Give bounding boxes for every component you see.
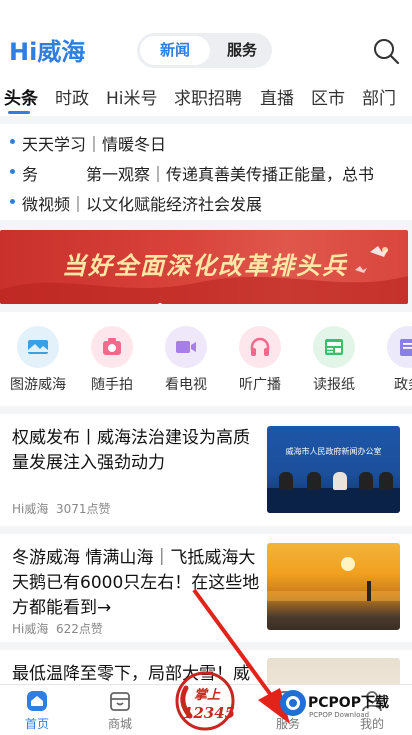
- segment-news[interactable]: 新闻: [140, 36, 210, 65]
- news-title: 权威发布丨威海法治建设为高质量发展注入强劲动力: [12, 428, 250, 473]
- headline-item[interactable]: 天天学习｜情暖冬日: [0, 128, 412, 158]
- tool-map-tour[interactable]: 图游威海: [2, 326, 74, 394]
- tab-home[interactable]: 首页: [7, 689, 67, 732]
- news-likes: 622点赞: [56, 622, 103, 636]
- promo-banner[interactable]: 当好全面深化改革排头兵: [0, 230, 408, 304]
- headline-item[interactable]: 务 第一观察｜传递真善美传播正能量，总书: [0, 158, 412, 188]
- tool-label: 读报纸: [313, 377, 355, 393]
- tab-himi[interactable]: Hi米号: [106, 84, 158, 109]
- headline-text: 务 第一观察｜传递真善美传播正能量，总书: [22, 165, 375, 184]
- camera-icon: [91, 326, 133, 368]
- video-icon: [165, 326, 207, 368]
- headphones-icon: [239, 326, 281, 368]
- active-tab-indicator: [8, 111, 30, 114]
- bullet-icon: [10, 139, 15, 144]
- carousel-indicator: [118, 294, 290, 304]
- tool-label: 看电视: [165, 377, 207, 393]
- watermark-text: PCPOP下载: [308, 695, 389, 711]
- sea-reflection: [267, 591, 400, 601]
- tab-headline[interactable]: 头条: [4, 84, 38, 109]
- channel-tabs: 头条 时政 Hi米号 求职招聘 直播 区市 部门: [0, 76, 412, 116]
- watermark-logo-icon: [280, 690, 306, 716]
- segment-service[interactable]: 服务: [215, 36, 269, 65]
- headline-text: 微视频｜以文化赋能经济社会发展: [22, 195, 263, 214]
- tab-live[interactable]: 直播: [260, 84, 294, 109]
- store-icon: [110, 692, 130, 711]
- top-header: Hi威海 新闻 服务: [0, 0, 412, 76]
- news-card[interactable]: 权威发布丨威海法治建设为高质量发展注入强劲动力 Hi威海 3071点赞 威海市人…: [0, 414, 412, 526]
- tool-label: 随手拍: [91, 377, 133, 393]
- sun-icon: [341, 557, 355, 571]
- news-source: Hi威海: [12, 622, 49, 636]
- tab-politics[interactable]: 时政: [55, 84, 89, 109]
- watermark-subtext: PCPOP Download: [309, 711, 370, 719]
- news-service-switch: 新闻 服务: [137, 33, 272, 68]
- tab-departments[interactable]: 部门: [362, 84, 396, 109]
- tool-radio[interactable]: 听广播: [224, 326, 296, 394]
- search-icon[interactable]: [372, 37, 400, 65]
- headline-text: 天天学习｜情暖冬日: [22, 135, 167, 154]
- tool-label: 图游威海: [10, 377, 66, 393]
- tool-label: 听广播: [239, 377, 281, 393]
- tool-label: 政务: [394, 377, 412, 393]
- gov-icon: [387, 326, 412, 368]
- news-meta: Hi威海 622点赞: [12, 620, 103, 637]
- headline-list: 天天学习｜情暖冬日 务 第一观察｜传递真善美传播正能量，总书 微视频｜以文化赋能…: [0, 124, 412, 220]
- hotline-12345-badge[interactable]: 掌上 12345: [172, 668, 238, 734]
- tool-government[interactable]: 政务: [372, 326, 412, 394]
- person-silhouette: [367, 581, 371, 601]
- badge-line2: 12345: [183, 704, 235, 722]
- news-source: Hi威海: [12, 502, 49, 516]
- tool-snapshot[interactable]: 随手拍: [76, 326, 148, 394]
- bullet-icon: [10, 169, 15, 174]
- tab-store[interactable]: 商城: [90, 689, 150, 732]
- map-icon: [17, 326, 59, 368]
- home-icon: [27, 691, 47, 711]
- news-likes: 3071点赞: [56, 502, 111, 516]
- tab-jobs[interactable]: 求职招聘: [174, 84, 242, 109]
- app-screen: Hi威海 新闻 服务 头条 时政 Hi米号 求职招聘 直播 区市 部门 天天学习…: [0, 0, 412, 735]
- tab-districts[interactable]: 区市: [311, 84, 345, 109]
- news-thumbnail: [267, 543, 400, 630]
- headline-item[interactable]: 微视频｜以文化赋能经济社会发展: [0, 188, 412, 218]
- thumbnail-people: [267, 426, 400, 513]
- news-card[interactable]: 冬游威海 情满山海｜飞抵威海大天鹅已有6000只左右！在这些地方都能看到→ Hi…: [0, 534, 412, 642]
- bullet-icon: [10, 199, 15, 204]
- news-thumbnail: 威海市人民政府新闻办公室: [267, 426, 400, 513]
- tool-tv[interactable]: 看电视: [150, 326, 222, 394]
- tab-label: 首页: [24, 717, 49, 731]
- badge-line1: 掌上: [194, 687, 221, 703]
- news-meta: Hi威海 3071点赞: [12, 500, 111, 517]
- watermark: PCPOP下载 PCPOP Download: [278, 688, 410, 728]
- carousel-dot-active: [157, 303, 163, 304]
- news-title: 冬游威海 情满山海｜飞抵威海大天鹅已有6000只左右！在这些地方都能看到→: [12, 548, 260, 618]
- tool-newspaper[interactable]: 读报纸: [298, 326, 370, 394]
- tab-label: 商城: [107, 717, 132, 731]
- app-logo: Hi威海: [9, 38, 86, 66]
- quick-tools: 图游威海 随手拍 看电视 听广播 读报纸 政: [0, 312, 412, 406]
- banner-title: 当好全面深化改革排头兵: [62, 251, 348, 280]
- newspaper-icon: [313, 326, 355, 368]
